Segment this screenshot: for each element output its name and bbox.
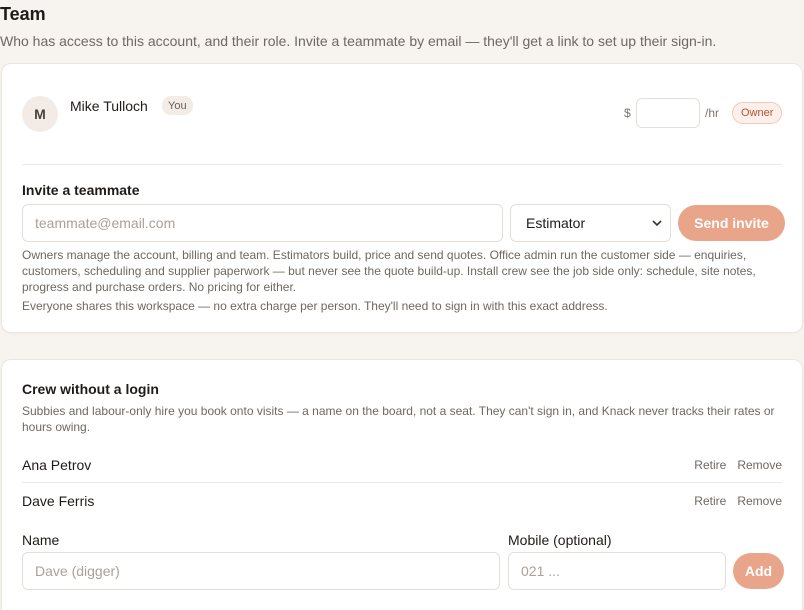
retire-button[interactable]: Retire [694,494,726,508]
member-name: Mike Tulloch [70,98,148,114]
row-actions: Retire Remove [694,458,782,472]
page-subtitle: Who has access to this account, and thei… [0,33,717,49]
crew-card: Crew without a login Subbies and labour-… [1,359,803,610]
role-badge: Owner [732,102,783,124]
add-crew-button[interactable]: Add [733,553,784,589]
divider [22,164,782,165]
you-badge: You [162,96,193,115]
invite-email-input[interactable] [22,204,503,242]
invite-title: Invite a teammate [22,182,140,198]
currency-symbol: $ [624,106,631,120]
list-item: Ana Petrov Retire Remove [22,447,782,483]
mobile-label: Mobile (optional) [508,532,612,548]
crew-name-input[interactable] [22,552,500,590]
send-invite-button[interactable]: Send invite [678,205,785,241]
name-label: Name [22,532,60,548]
chevron-down-icon [652,219,662,226]
crew-name: Ana Petrov [22,456,92,473]
list-item: Dave Ferris Retire Remove [22,483,782,519]
remove-button[interactable]: Remove [737,494,782,508]
retire-button[interactable]: Retire [694,458,726,472]
crew-title: Crew without a login [22,381,159,397]
page-title: Team [0,4,46,24]
hourly-rate-input[interactable] [636,98,700,128]
avatar: M [22,96,58,132]
workspace-help-text: Everyone shares this workspace — no extr… [22,299,608,313]
row-actions: Retire Remove [694,494,782,508]
remove-button[interactable]: Remove [737,458,782,472]
rate-unit: /hr [705,106,720,120]
roles-help-text: Owners manage the account, billing and t… [22,248,756,294]
crew-name: Dave Ferris [22,493,95,509]
team-card: M Mike Tulloch You $ /hr Owner Invite a … [1,63,803,333]
role-select[interactable]: Estimator [510,204,671,242]
crew-mobile-input[interactable] [508,552,726,590]
crew-description: Subbies and labour-only hire you book on… [22,404,775,434]
role-select-value: Estimator [526,215,586,231]
